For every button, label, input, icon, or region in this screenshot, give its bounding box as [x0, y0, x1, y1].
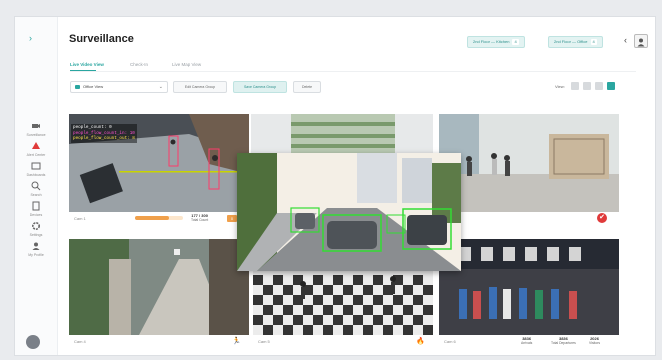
- tab-check-in[interactable]: Check-In: [130, 62, 148, 67]
- menu-icon[interactable]: ›: [29, 33, 32, 43]
- sidebar-item-settings[interactable]: Settings: [19, 221, 53, 237]
- camera-view-select[interactable]: Office View ⌄: [70, 81, 168, 93]
- camera-1-analytics-overlay: people_count: 0 people_flow_count_in: 10…: [71, 124, 137, 143]
- save-camera-group-button[interactable]: Save Camera Group: [233, 81, 287, 93]
- page-title: Surveillance: [69, 33, 134, 45]
- alert-icon: [32, 142, 40, 149]
- back-button[interactable]: ‹: [624, 35, 627, 45]
- layout-grid-button[interactable]: [607, 82, 615, 90]
- tab-live-map-view[interactable]: Live Map View: [172, 62, 201, 67]
- sidebar-item-label: Settings: [29, 233, 43, 237]
- search-icon: [31, 181, 41, 191]
- departures-label: Total Departures: [551, 341, 576, 345]
- occupancy-stat: 177 / 300 Total Count: [191, 214, 209, 223]
- sidebar-item-surveillance[interactable]: Surveillance: [19, 121, 53, 137]
- alert-check-icon[interactable]: ✔: [597, 213, 607, 223]
- delete-button[interactable]: Delete: [293, 81, 321, 93]
- camera-feed-popup[interactable]: [237, 153, 461, 271]
- camera-name: Cam 5: [258, 339, 270, 344]
- floor-filter-count: 4: [512, 39, 519, 45]
- camera-3-video: [439, 114, 619, 212]
- camera-group-icon: [75, 85, 80, 89]
- floor-filter-label: 2nd Floor — Office: [554, 39, 588, 44]
- camera-name: Cam 1: [74, 216, 86, 221]
- visitors-stat: 2026 Visitors: [589, 337, 601, 346]
- gear-icon: [31, 221, 41, 231]
- camera-feed-4[interactable]: [69, 239, 249, 335]
- sidebar-item-label: Search: [30, 193, 42, 197]
- people-flow-out-text: people_flow_count_out: 8: [73, 136, 135, 141]
- camera-feed-1[interactable]: people_count: 0 people_flow_count_in: 10…: [69, 114, 249, 212]
- camera-4-footer: Cam 4 🏃: [69, 335, 249, 348]
- avatar[interactable]: [26, 335, 40, 349]
- sidebar-item-profile[interactable]: My Profile: [19, 241, 53, 257]
- sidebar-item-label: Dashboards: [26, 173, 46, 177]
- sidebar-item-label: Alert Center: [26, 153, 46, 157]
- surveillance-app: › Surveillance Alert Center Dashboards S…: [14, 16, 656, 356]
- active-tab-indicator: [70, 70, 96, 71]
- user-menu-button[interactable]: [634, 34, 648, 48]
- camera-name: Cam 4: [74, 339, 86, 344]
- sidebar-item-devices[interactable]: Devices: [19, 201, 53, 217]
- layout-2x2-button[interactable]: [583, 82, 591, 90]
- departures-stat: 3836 Total Departures: [551, 337, 576, 346]
- capacity-progress-bar: [135, 216, 183, 220]
- arrivals-label: Arrivals: [521, 341, 533, 345]
- chart-icon: [31, 162, 41, 170]
- arrivals-stat: 3836 Arrivals: [521, 337, 533, 346]
- user-icon: [637, 38, 645, 47]
- camera-6-footer: Cam 6 3836 Arrivals 3836 Total Departures …: [439, 335, 619, 348]
- camera-3-footer: Cam 3 ✔: [439, 212, 619, 225]
- camera-6-video: [439, 239, 619, 335]
- floor-filter-label: 2nd Floor — Kitchen: [473, 39, 510, 44]
- camera-1-footer: Cam 1 177 / 300 Total Count 0: [69, 212, 249, 225]
- layout-single-button[interactable]: [571, 82, 579, 90]
- device-icon: [32, 201, 40, 211]
- sidebar-item-search[interactable]: Search: [19, 181, 53, 197]
- chevron-down-icon: ⌄: [158, 84, 163, 90]
- layout-3x3-button[interactable]: [595, 82, 603, 90]
- sidebar: › Surveillance Alert Center Dashboards S…: [15, 17, 58, 355]
- capacity-progress-fill: [135, 216, 169, 220]
- camera-view-value: Office View: [83, 84, 104, 89]
- camera-feed-6[interactable]: [439, 239, 619, 335]
- camera-name: Cam 6: [444, 339, 456, 344]
- sidebar-item-dashboards[interactable]: Dashboards: [19, 161, 53, 177]
- floor-filter-office[interactable]: 2nd Floor — Office 4: [548, 36, 603, 48]
- street-camera-video: [237, 153, 461, 271]
- camera-feed-3[interactable]: [439, 114, 619, 212]
- camera-4-video: [69, 239, 249, 335]
- floor-filter-count: 4: [590, 39, 597, 45]
- sidebar-item-label: My Profile: [28, 253, 44, 257]
- fire-alert-icon[interactable]: 🔥: [416, 335, 425, 348]
- edit-camera-group-button[interactable]: Edit Camera Group: [173, 81, 227, 93]
- sidebar-item-label: Devices: [29, 213, 43, 217]
- user-icon: [32, 242, 40, 250]
- camera-icon: [32, 124, 40, 128]
- sidebar-item-label: Surveillance: [26, 133, 46, 137]
- visitors-label: Visitors: [589, 341, 601, 345]
- floor-filter-kitchen[interactable]: 2nd Floor — Kitchen 4: [467, 36, 525, 48]
- status-badge: 0: [227, 215, 237, 222]
- sidebar-item-alert-center[interactable]: Alert Center: [19, 141, 53, 157]
- running-person-icon[interactable]: 🏃: [232, 335, 241, 348]
- tabs-divider: [70, 71, 636, 72]
- occupancy-label: Total Count: [191, 218, 209, 222]
- camera-5-footer: Cam 5 🔥: [253, 335, 433, 348]
- tab-live-video-view[interactable]: Live Video View: [70, 62, 104, 67]
- view-label: View:: [555, 84, 565, 89]
